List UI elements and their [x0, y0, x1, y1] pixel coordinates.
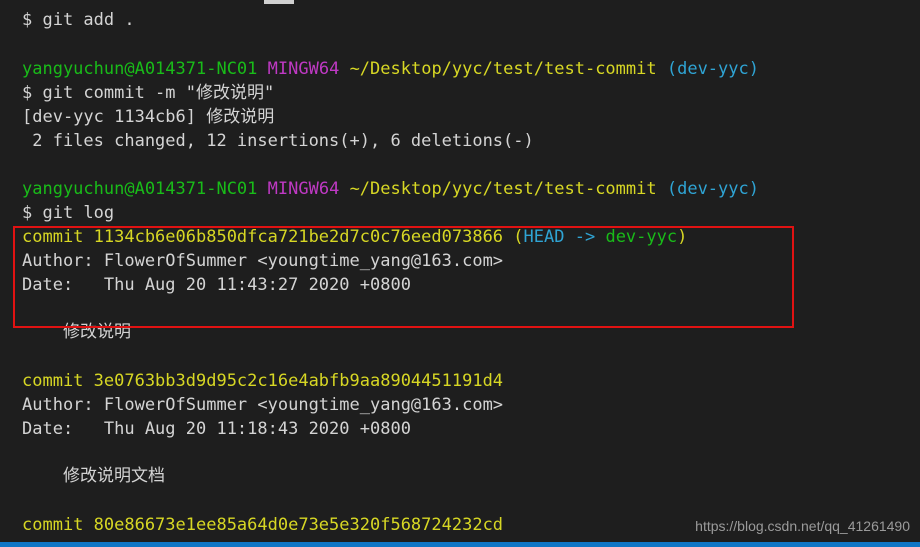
prompt-line-2: yangyuchun@A014371-NC01 MINGW64 ~/Deskto… [22, 177, 759, 201]
commit-stats: 2 files changed, 12 insertions(+), 6 del… [22, 131, 534, 151]
cmd-git-commit: $ git commit -m "修改说明" [22, 83, 275, 103]
commit-result: [dev-yyc 1134cb6] 修改说明 [22, 107, 275, 127]
prompt-branch: (dev-yyc) [666, 179, 759, 199]
cmd-git-add: $ git add . [22, 10, 135, 30]
prompt-env: MINGW64 [267, 59, 340, 79]
prompt-path: ~/Desktop/yyc/test/test-commit [349, 179, 657, 199]
prompt-env: MINGW64 [267, 179, 340, 199]
cmd-git-log: $ git log [22, 203, 115, 223]
log-message-2: 修改说明文档 [22, 466, 165, 486]
log-commit-2: commit 3e0763bb3d9d95c2c16e4abfb9aa89044… [22, 371, 504, 391]
prompt-line-1: yangyuchun@A014371-NC01 MINGW64 ~/Deskto… [22, 57, 759, 81]
log-date-2: Date: Thu Aug 20 11:18:43 2020 +0800 [22, 419, 411, 439]
highlight-annotation-box [13, 226, 794, 328]
log-commit-3: commit 80e86673e1ee85a64d0e73e5e320f5687… [22, 515, 504, 535]
prompt-branch: (dev-yyc) [666, 59, 759, 79]
log-author-2: Author: FlowerOfSummer <youngtime_yang@1… [22, 395, 504, 415]
prompt-user-host: yangyuchun@A014371-NC01 [22, 59, 258, 79]
cursor-block [264, 0, 294, 4]
prompt-user-host: yangyuchun@A014371-NC01 [22, 179, 258, 199]
terminal-output[interactable]: $ git add . yangyuchun@A014371-NC01 MING… [0, 0, 920, 547]
watermark-url: https://blog.csdn.net/qq_41261490 [695, 518, 910, 534]
prompt-path: ~/Desktop/yyc/test/test-commit [349, 59, 657, 79]
status-bar [0, 542, 920, 547]
